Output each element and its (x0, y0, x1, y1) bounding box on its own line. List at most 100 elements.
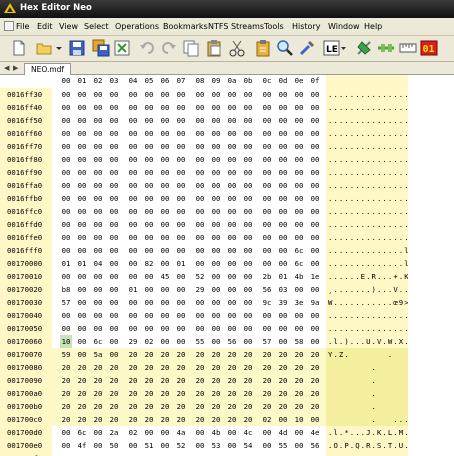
hex-byte-cell[interactable]: 00 (226, 309, 238, 322)
table-row[interactable]: 0016ffa0 00 00 00 00 00 00 00 00 00 00 00 00 00 00 00 00… (0, 179, 454, 192)
table-row[interactable]: 0016ff70 00 00 00 00 00 00 00 00 00 00 00 00 00 00 00 00… (0, 140, 454, 153)
table-row[interactable]: 001700d0 00 6c 00 2a 02 00 00 4a 00 4b 00 4c 00 4d 00 4e… (0, 426, 454, 439)
hex-byte-cell[interactable]: 53 (210, 439, 222, 452)
ascii-cell[interactable]: ................ (326, 140, 408, 153)
hex-byte-cell[interactable]: 20 (76, 400, 88, 413)
hex-byte-cell[interactable]: 00 (242, 231, 254, 244)
hex-byte-cell[interactable]: 00 (143, 270, 155, 283)
hex-byte-cell[interactable]: 00 (293, 101, 305, 114)
binary-icon[interactable]: 01 (420, 39, 438, 57)
menu-view[interactable]: View (59, 22, 78, 31)
hex-byte-cell[interactable]: 00 (60, 166, 72, 179)
menu-bookmarks[interactable]: Bookmarks (163, 22, 208, 31)
table-row[interactable]: 0016ffc0 00 00 00 00 00 00 00 00 00 00 00 00 00 00 00 00… (0, 205, 454, 218)
hex-byte-cell[interactable]: 00 (194, 140, 206, 153)
hex-byte-cell[interactable]: 00 (92, 439, 104, 452)
hex-byte-cell[interactable]: 00 (76, 166, 88, 179)
hex-byte-cell[interactable]: 9c (261, 296, 273, 309)
ascii-cell[interactable]: .l.*...J.K.L.M.N (326, 426, 408, 439)
hex-byte-cell[interactable]: 00 (293, 231, 305, 244)
hex-byte-cell[interactable]: 00 (92, 205, 104, 218)
hex-byte-cell[interactable]: 20 (108, 400, 120, 413)
hex-byte-cell[interactable]: 9a (309, 296, 321, 309)
hex-byte-cell[interactable]: 00 (159, 283, 171, 296)
hex-byte-cell[interactable]: b8 (60, 283, 72, 296)
hex-byte-cell[interactable]: 00 (210, 257, 222, 270)
hex-byte-cell[interactable]: 20 (127, 348, 139, 361)
hex-byte-cell[interactable]: 56 (261, 283, 273, 296)
hex-byte-cell[interactable]: 00 (76, 309, 88, 322)
hex-byte-cell[interactable]: 00 (108, 322, 120, 335)
hex-byte-cell[interactable]: 20 (210, 387, 222, 400)
hex-byte-cell[interactable]: 4e (309, 426, 321, 439)
hex-byte-cell[interactable]: 00 (210, 309, 222, 322)
hex-byte-cell[interactable]: 01 (76, 257, 88, 270)
hex-byte-cell[interactable]: 20 (277, 361, 289, 374)
table-row[interactable]: 00170080 20 20 20 20 20 20 20 20 20 20 20 20 20 20 20 20… (0, 361, 454, 374)
hex-byte-cell[interactable]: 2b (261, 270, 273, 283)
hex-byte-cell[interactable]: 20 (277, 452, 289, 456)
hex-byte-cell[interactable]: 00 (108, 283, 120, 296)
hex-byte-cell[interactable]: 4f (76, 439, 88, 452)
hex-byte-cell[interactable]: 1e (309, 270, 321, 283)
hex-byte-cell[interactable]: 20 (92, 387, 104, 400)
hex-byte-cell[interactable]: 20 (242, 361, 254, 374)
table-row[interactable]: 00170020 b8 00 00 00 01 00 00 00 29 00 00 00 56 03 00 00… (0, 283, 454, 296)
hex-byte-cell[interactable]: 00 (175, 231, 187, 244)
hex-byte-cell[interactable]: 04 (92, 257, 104, 270)
hex-byte-cell[interactable]: 00 (309, 218, 321, 231)
hex-byte-cell[interactable]: 00 (175, 88, 187, 101)
hex-byte-cell[interactable]: 20 (226, 413, 238, 426)
hex-byte-cell[interactable]: 00 (159, 257, 171, 270)
hex-byte-cell[interactable]: 00 (226, 270, 238, 283)
hex-byte-cell[interactable]: 00 (143, 309, 155, 322)
table-row[interactable]: 00170030 57 00 00 00 00 00 00 00 00 00 00 00 9c 39 3e 9a… (0, 296, 454, 309)
hex-byte-cell[interactable]: 00 (92, 283, 104, 296)
hex-byte-cell[interactable]: 00 (210, 140, 222, 153)
hex-byte-cell[interactable]: 00 (261, 257, 273, 270)
hex-byte-cell[interactable]: 00 (210, 153, 222, 166)
system-menu-icon[interactable] (4, 21, 14, 31)
ascii-cell[interactable]: . (326, 374, 408, 387)
hex-byte-cell[interactable]: 00 (194, 322, 206, 335)
hex-byte-cell[interactable]: 00 (60, 309, 72, 322)
hex-byte-cell[interactable]: 00 (226, 192, 238, 205)
hex-byte-cell[interactable]: 00 (277, 257, 289, 270)
hex-byte-cell[interactable]: 00 (143, 231, 155, 244)
hex-byte-cell[interactable]: 20 (143, 361, 155, 374)
undo-icon[interactable] (138, 39, 156, 57)
hex-byte-cell[interactable]: 00 (277, 335, 289, 348)
hex-byte-cell[interactable]: 00 (277, 88, 289, 101)
hex-byte-cell[interactable]: 00 (277, 179, 289, 192)
hex-byte-cell[interactable]: 00 (242, 192, 254, 205)
hex-byte-cell[interactable]: 20 (194, 452, 206, 456)
hex-byte-cell[interactable]: 00 (175, 179, 187, 192)
hex-byte-cell[interactable]: 00 (277, 309, 289, 322)
hex-byte-cell[interactable]: 00 (210, 231, 222, 244)
hex-byte-cell[interactable]: 00 (242, 205, 254, 218)
table-row[interactable]: 0016fff0 00 00 00 00 00 00 00 00 00 00 00 00 00 00 6c 00… (0, 244, 454, 257)
hex-byte-cell[interactable]: 00 (60, 218, 72, 231)
save-all-icon[interactable] (92, 39, 110, 57)
hex-byte-cell[interactable]: 00 (293, 218, 305, 231)
hex-byte-cell[interactable]: 00 (277, 231, 289, 244)
hex-byte-cell[interactable]: 56 (309, 439, 321, 452)
hex-byte-cell[interactable]: 00 (92, 179, 104, 192)
hex-byte-cell[interactable]: 00 (293, 439, 305, 452)
hex-byte-cell[interactable]: 00 (175, 166, 187, 179)
hex-byte-cell[interactable]: 20 (92, 374, 104, 387)
hex-byte-cell[interactable]: 20 (143, 413, 155, 426)
hex-byte-cell[interactable]: 00 (277, 413, 289, 426)
tab-scroll-right-icon[interactable]: ▶ (13, 64, 18, 72)
hex-byte-cell[interactable]: 00 (92, 218, 104, 231)
hex-byte-cell[interactable]: 00 (293, 426, 305, 439)
hex-byte-cell[interactable]: 20 (261, 400, 273, 413)
hex-byte-cell[interactable]: 00 (293, 140, 305, 153)
hex-byte-cell[interactable]: 00 (309, 192, 321, 205)
hex-byte-cell[interactable]: 02 (261, 413, 273, 426)
hex-byte-cell[interactable]: 20 (143, 348, 155, 361)
hex-byte-cell[interactable]: 00 (242, 114, 254, 127)
hex-byte-cell[interactable]: 20 (293, 387, 305, 400)
hex-byte-cell[interactable]: 00 (60, 153, 72, 166)
hex-byte-cell[interactable]: 00 (60, 452, 72, 456)
